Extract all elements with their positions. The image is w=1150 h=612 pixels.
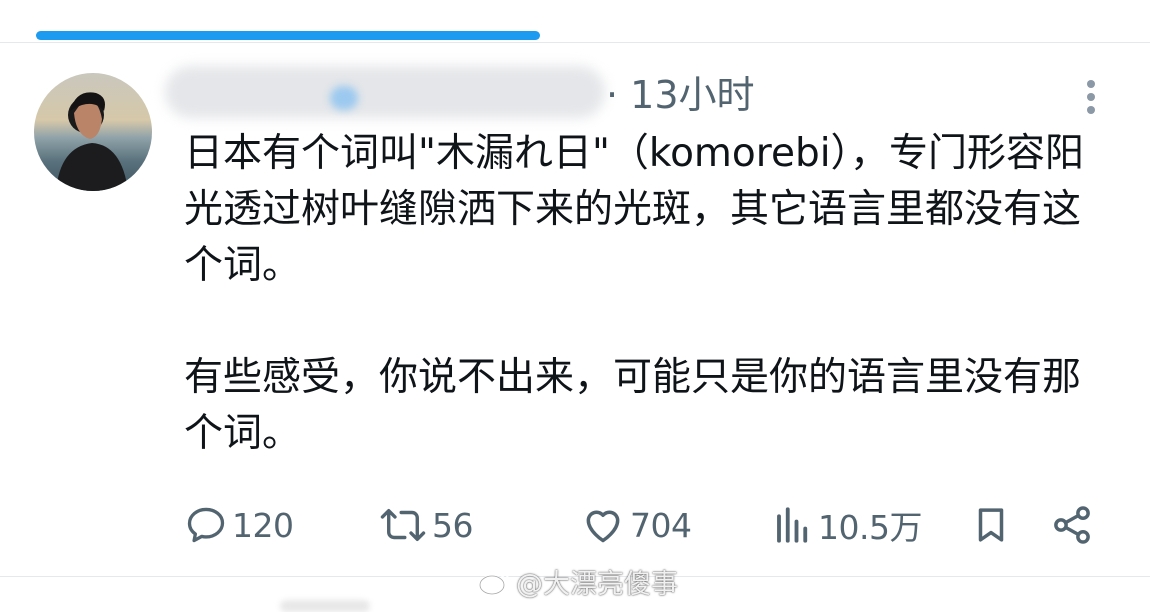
reply-icon [187,507,225,543]
avatar-portrait [56,92,128,191]
bookmark-icon [978,508,1004,542]
tweet-paragraph: 日本有个词叫"木漏れ日"（komorebi），专门形容阳光透过树叶缝隙洒下来的光… [184,131,1085,288]
share-icon [1054,506,1090,544]
next-tweet-redacted [280,600,370,612]
like-count: 704 [630,505,692,545]
more-options-icon[interactable] [1080,75,1102,119]
views-button[interactable]: 10.5万 [772,490,922,560]
views-count: 10.5万 [818,508,922,547]
divider [0,42,1150,43]
tweet-timestamp[interactable]: · 13小时 [606,70,755,120]
like-button[interactable]: 704 [580,490,692,560]
heart-icon [586,510,620,543]
tweet-paragraph: 有些感受，你说不出来，可能只是你的语言里没有那个词。 [184,355,1082,456]
retweet-count: 56 [432,505,474,545]
avatar[interactable] [34,73,152,191]
watermark-text: @大漂亮傻事 [516,569,678,600]
analytics-icon [777,507,808,543]
reply-count: 120 [232,505,294,545]
weibo-logo-icon [478,569,509,595]
tweet-actions-bar: 120 56 704 10.5万 [0,490,1150,560]
retweet-button[interactable]: 56 [378,490,474,560]
verified-badge-redacted [330,86,358,110]
share-button[interactable] [1050,490,1094,560]
reply-button[interactable]: 120 [184,490,294,560]
watermark: @大漂亮傻事 [478,562,678,601]
author-name-redacted [165,66,605,118]
tweet-text: 日本有个词叫"木漏れ日"（komorebi），专门形容阳光透过树叶缝隙洒下来的光… [184,126,1104,462]
bookmark-button[interactable] [970,490,1012,560]
retweet-icon [380,509,426,541]
progress-bar [36,31,540,40]
